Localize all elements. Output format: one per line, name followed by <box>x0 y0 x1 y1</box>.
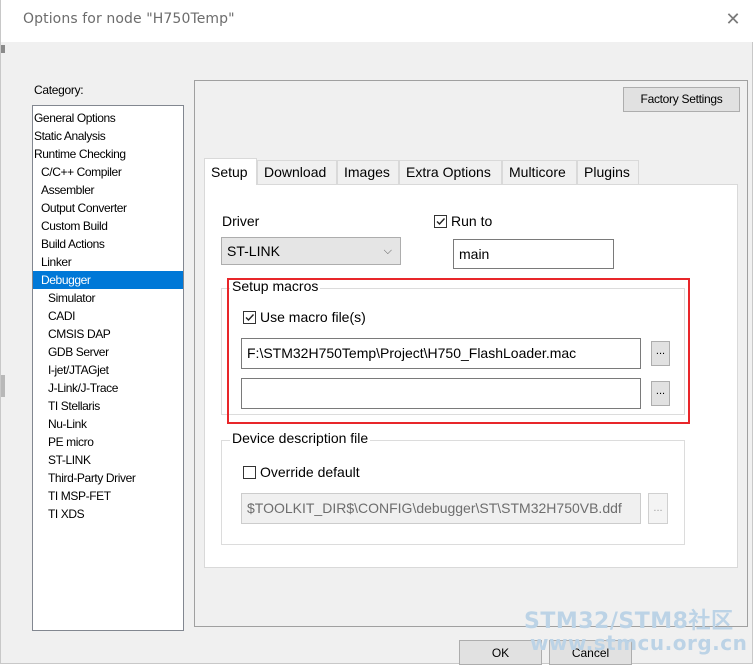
category-item-cmsis-dap[interactable]: CMSIS DAP <box>33 325 183 343</box>
background-edge-mark <box>1 45 5 53</box>
category-item-pe-micro[interactable]: PE micro <box>33 433 183 451</box>
run-to-input[interactable]: main <box>453 239 614 269</box>
category-item-third-party-driver[interactable]: Third-Party Driver <box>33 469 183 487</box>
category-item-debugger[interactable]: Debugger <box>33 271 183 289</box>
setup-tab-page: Driver ST-LINK ⌵ Run to main Setup macro… <box>204 184 738 568</box>
tab-extra-options[interactable]: Extra Options <box>399 160 502 184</box>
category-item-static-analysis[interactable]: Static Analysis <box>33 127 183 145</box>
category-label: Category: <box>34 83 84 97</box>
highlight-annotation-box <box>227 278 690 424</box>
driver-dropdown[interactable]: ST-LINK ⌵ <box>221 237 401 265</box>
title-bar: Options for node "H750Temp" ✕ <box>1 0 754 42</box>
chevron-down-icon: ⌵ <box>383 245 392 257</box>
ddf-browse-button: ... <box>648 493 668 524</box>
tab-plugins[interactable]: Plugins <box>577 160 639 184</box>
category-item-linker[interactable]: Linker <box>33 253 183 271</box>
tab-multicore[interactable]: Multicore <box>502 160 577 184</box>
background-edge-mark <box>1 375 5 397</box>
options-panel: Factory Settings Setup Download Images E… <box>194 80 748 627</box>
watermark-url: www.stmcu.org.cn <box>530 631 748 655</box>
tab-images[interactable]: Images <box>337 160 399 184</box>
checkmark-icon <box>436 218 446 226</box>
category-item-c-c-compiler[interactable]: C/C++ Compiler <box>33 163 183 181</box>
category-item-ti-msp-fet[interactable]: TI MSP-FET <box>33 487 183 505</box>
run-to-label: Run to <box>451 213 493 229</box>
category-item-general-options[interactable]: General Options <box>33 109 183 127</box>
category-item-output-converter[interactable]: Output Converter <box>33 199 183 217</box>
driver-label: Driver <box>222 213 260 229</box>
tab-setup[interactable]: Setup <box>204 158 257 185</box>
tab-download[interactable]: Download <box>257 160 337 184</box>
category-item-i-jet-jtagjet[interactable]: I-jet/JTAGjet <box>33 361 183 379</box>
category-item-assembler[interactable]: Assembler <box>33 181 183 199</box>
category-item-j-link-j-trace[interactable]: J-Link/J-Trace <box>33 379 183 397</box>
category-item-runtime-checking[interactable]: Runtime Checking <box>33 145 183 163</box>
driver-value: ST-LINK <box>227 243 280 259</box>
device-description-legend: Device description file <box>230 430 371 446</box>
ddf-path-input: $TOOLKIT_DIR$\CONFIG\debugger\ST\STM32H7… <box>241 493 641 524</box>
dialog-title: Options for node "H750Temp" <box>23 11 235 27</box>
options-dialog: Options for node "H750Temp" ✕ Category: … <box>0 0 754 665</box>
category-item-ti-stellaris[interactable]: TI Stellaris <box>33 397 183 415</box>
factory-settings-button[interactable]: Factory Settings <box>623 87 740 112</box>
category-list[interactable]: General Options Static Analysis Runtime Ch… <box>32 105 184 631</box>
category-item-custom-build[interactable]: Custom Build <box>33 217 183 235</box>
category-item-nu-link[interactable]: Nu-Link <box>33 415 183 433</box>
category-item-cadi[interactable]: CADI <box>33 307 183 325</box>
category-item-ti-xds[interactable]: TI XDS <box>33 505 183 523</box>
category-item-simulator[interactable]: Simulator <box>33 289 183 307</box>
category-item-st-link[interactable]: ST-LINK <box>33 451 183 469</box>
override-default-label: Override default <box>260 464 360 480</box>
category-item-gdb-server[interactable]: GDB Server <box>33 343 183 361</box>
override-default-checkbox[interactable] <box>243 466 256 479</box>
close-icon[interactable]: ✕ <box>722 8 744 30</box>
category-item-build-actions[interactable]: Build Actions <box>33 235 183 253</box>
run-to-checkbox[interactable] <box>434 215 447 228</box>
